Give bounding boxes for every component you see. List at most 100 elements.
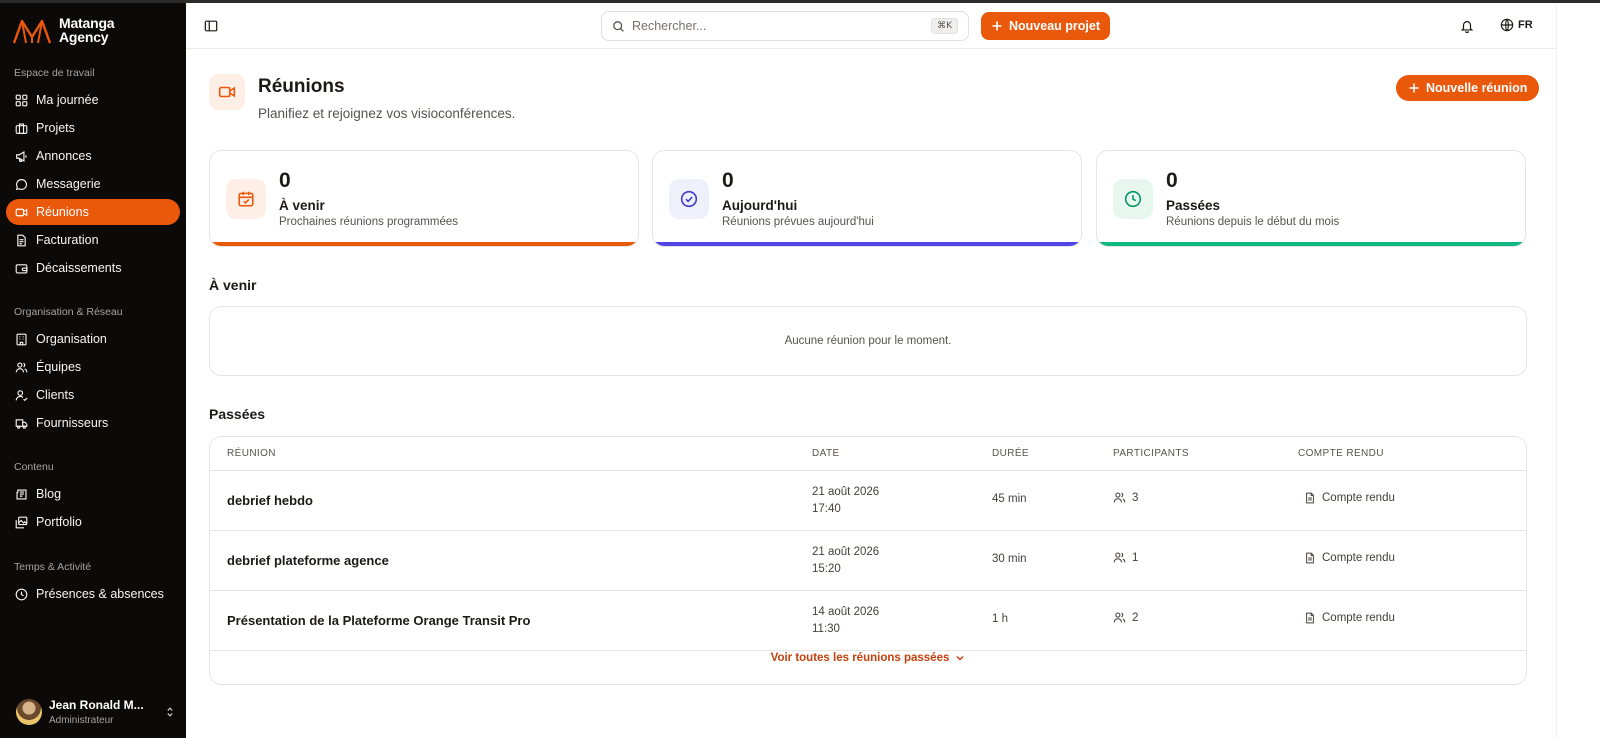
- search-box[interactable]: ⌘K: [601, 11, 969, 41]
- sidebar-item-portfolio[interactable]: Portfolio: [6, 509, 180, 535]
- table-row[interactable]: debrief hebdo 21 août 2026 17:40 45 min …: [210, 471, 1526, 531]
- bell-icon[interactable]: [1460, 19, 1474, 33]
- plus-icon: [992, 21, 1002, 31]
- user-menu[interactable]: Jean Ronald M... Administrateur: [16, 696, 176, 728]
- users-icon: [15, 361, 28, 372]
- stat-card-upcoming: 0 À venir Prochaines réunions programmée…: [209, 150, 639, 247]
- column-header-meeting: RÉUNION: [227, 448, 276, 459]
- stat-icon-wrap: [1113, 179, 1153, 219]
- sidebar-toggle-icon[interactable]: [204, 19, 218, 33]
- chevrons-up-down-icon: [167, 707, 173, 717]
- meeting-date-day: 21 août 2026: [812, 546, 880, 558]
- table-row[interactable]: Présentation de la Plateforme Orange Tra…: [210, 591, 1526, 651]
- sidebar-item-label: Décaissements: [36, 261, 122, 275]
- search-input[interactable]: [632, 19, 922, 33]
- sidebar-item-annonces[interactable]: Annonces: [6, 143, 180, 169]
- top-header: ⌘K Nouveau projet FR: [186, 3, 1556, 49]
- search-icon: [613, 20, 624, 32]
- file-text-icon: [1306, 492, 1314, 504]
- column-header-duration: DURÉE: [992, 448, 1030, 459]
- meeting-participants: 2: [1113, 611, 1138, 624]
- new-project-label: Nouveau projet: [1009, 19, 1100, 33]
- clock-icon: [1124, 190, 1142, 208]
- stat-value: 0: [1166, 169, 1178, 192]
- stat-value: 0: [279, 169, 291, 192]
- globe-icon: [1500, 18, 1514, 32]
- sidebar-item-label: Portfolio: [36, 515, 82, 529]
- file-text-icon: [1306, 552, 1314, 564]
- wallet-icon: [15, 263, 28, 274]
- meeting-duration: 45 min: [992, 493, 1027, 505]
- brand-name-line1: Matanga: [59, 15, 115, 31]
- sidebar-item-decaissements[interactable]: Décaissements: [6, 255, 180, 281]
- table-row[interactable]: debrief plateforme agence 21 août 2026 1…: [210, 531, 1526, 591]
- video-icon: [218, 86, 236, 98]
- empty-state-text: Aucune réunion pour le moment.: [784, 335, 952, 347]
- sidebar-item-organisation[interactable]: Organisation: [6, 326, 180, 352]
- sidebar-item-facturation[interactable]: Facturation: [6, 227, 180, 253]
- newspaper-icon: [16, 488, 27, 500]
- new-meeting-button[interactable]: Nouvelle réunion: [1396, 75, 1540, 101]
- stat-description: Réunions depuis le début du mois: [1166, 216, 1340, 228]
- sidebar-item-label: Organisation: [36, 332, 107, 346]
- stat-label: Passées: [1166, 198, 1221, 213]
- sidebar-item-blog[interactable]: Blog: [6, 481, 180, 507]
- users-icon: [1113, 612, 1126, 623]
- sidebar-item-label: Facturation: [36, 233, 99, 247]
- language-switcher[interactable]: FR: [1500, 18, 1533, 32]
- sidebar-item-label: Annonces: [36, 149, 92, 163]
- search-shortcut-badge: ⌘K: [931, 18, 958, 34]
- stat-description: Prochaines réunions programmées: [279, 216, 458, 228]
- user-name: Jean Ronald M...: [49, 698, 144, 712]
- sidebar-item-projets[interactable]: Projets: [6, 115, 180, 141]
- sidebar-item-label: Projets: [36, 121, 75, 135]
- truck-icon: [15, 418, 28, 429]
- check-circle-icon: [680, 190, 698, 208]
- sidebar-item-label: Messagerie: [36, 177, 101, 191]
- sidebar-item-label: Réunions: [36, 205, 89, 219]
- brand[interactable]: Matanga Agency: [12, 15, 115, 45]
- sidebar-item-label: Ma journée: [36, 93, 99, 107]
- table-header: RÉUNION DATE DURÉE PARTICIPANTS COMPTE R…: [210, 437, 1526, 471]
- meeting-date-day: 14 août 2026: [812, 606, 880, 618]
- upcoming-empty-state: Aucune réunion pour le moment.: [209, 306, 1527, 376]
- chat-icon: [15, 178, 27, 190]
- sidebar-item-fournisseurs[interactable]: Fournisseurs: [6, 410, 180, 436]
- participants-count: 2: [1132, 611, 1139, 624]
- file-text-icon: [1306, 612, 1314, 624]
- report-link[interactable]: Compte rendu: [1304, 612, 1395, 624]
- avatar: [16, 699, 42, 725]
- see-all-past-meetings-link[interactable]: Voir toutes les réunions passées: [210, 652, 1526, 664]
- meeting-name: debrief plateforme agence: [227, 553, 389, 568]
- users-icon: [1113, 492, 1126, 503]
- report-link[interactable]: Compte rendu: [1304, 492, 1395, 504]
- plus-icon: [1409, 83, 1419, 93]
- sidebar-item-label: Clients: [36, 388, 75, 402]
- brand-name-line2: Agency: [59, 29, 109, 45]
- group-label-organisation: Organisation & Réseau: [14, 306, 123, 318]
- column-header-report: COMPTE RENDU: [1298, 448, 1384, 459]
- sidebar-item-reunions[interactable]: Réunions: [6, 199, 180, 225]
- report-link-label: Compte rendu: [1322, 492, 1395, 504]
- meeting-participants: 1: [1113, 551, 1138, 564]
- sidebar-item-clients[interactable]: Clients: [6, 382, 180, 408]
- section-title-upcoming: À venir: [209, 277, 257, 293]
- sidebar-item-label: Fournisseurs: [36, 416, 109, 430]
- report-link[interactable]: Compte rendu: [1304, 552, 1395, 564]
- meeting-duration: 30 min: [992, 553, 1027, 565]
- new-project-button[interactable]: Nouveau projet: [981, 12, 1110, 40]
- meeting-date-time: 15:20: [812, 563, 841, 575]
- brand-name: Matanga Agency: [59, 15, 115, 45]
- sidebar-item-presences[interactable]: Présences & absences: [6, 581, 180, 607]
- sidebar-item-messagerie[interactable]: Messagerie: [6, 171, 180, 197]
- language-code: FR: [1518, 19, 1533, 31]
- matanga-logo-icon: [12, 19, 52, 44]
- sidebar-item-ma-journee[interactable]: Ma journée: [6, 87, 180, 113]
- sidebar-item-equipes[interactable]: Équipes: [6, 354, 180, 380]
- stat-accent-bar: [1097, 242, 1525, 246]
- page-scrollbar[interactable]: [1556, 3, 1600, 738]
- past-meetings-table: RÉUNION DATE DURÉE PARTICIPANTS COMPTE R…: [209, 436, 1527, 685]
- meeting-participants: 3: [1113, 491, 1138, 504]
- participants-count: 1: [1132, 551, 1139, 564]
- section-title-past: Passées: [209, 406, 266, 422]
